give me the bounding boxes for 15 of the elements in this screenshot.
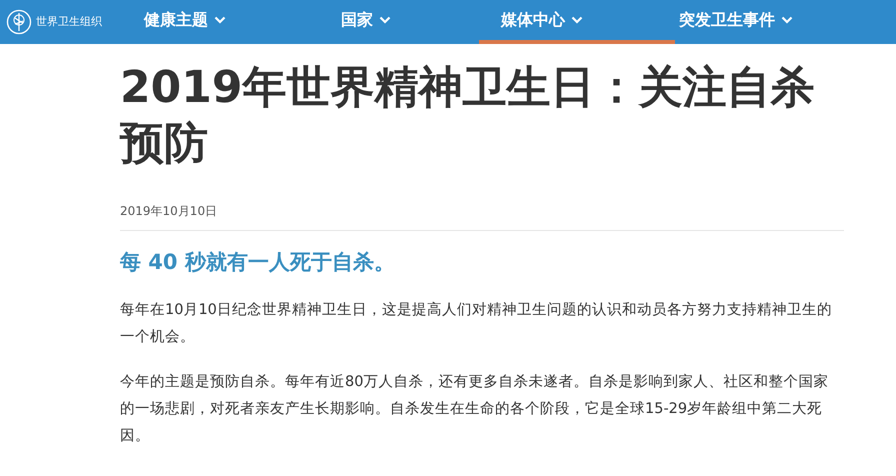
article-date: 2019年10月10日 — [120, 203, 218, 220]
paragraph: 今年的主题是预防自杀。每年有近80万人自杀，还有更多自杀未遂者。自杀是影响到家人、社区和整个国家的一场悲剧，对死者亲友产生长期影响。自杀发生在生命的各个阶段，它是全球15-29岁年龄组中第二大死因。 — [120, 372, 830, 446]
article-subtitle: 每 40 秒就有一人死于自杀。 — [120, 249, 396, 276]
logo-text[interactable]: 世界卫生组织 — [36, 14, 102, 30]
nav-menu-item[interactable]: 媒体中心 — [479, 0, 675, 44]
nav-menu-item[interactable]: 突发卫生事件 — [675, 0, 875, 44]
paragraph: 每年在10月10日纪念世界精神卫生日，这是提高人们对精神卫生问题的认识和动员各方努力支持精神卫生的一个机会。 — [120, 300, 833, 346]
emblem-icon — [6, 9, 32, 35]
chevron-down-icon — [781, 16, 793, 24]
chevron-down-icon — [214, 16, 226, 24]
article-title: 2019年世界精神卫生日：关注自杀预防 — [120, 61, 816, 171]
nav-menu-item[interactable]: 国家 — [337, 0, 479, 44]
chevron-down-icon — [379, 16, 391, 24]
nav-menu-item[interactable]: 健康主题 — [140, 0, 337, 44]
chevron-down-icon — [571, 16, 583, 24]
